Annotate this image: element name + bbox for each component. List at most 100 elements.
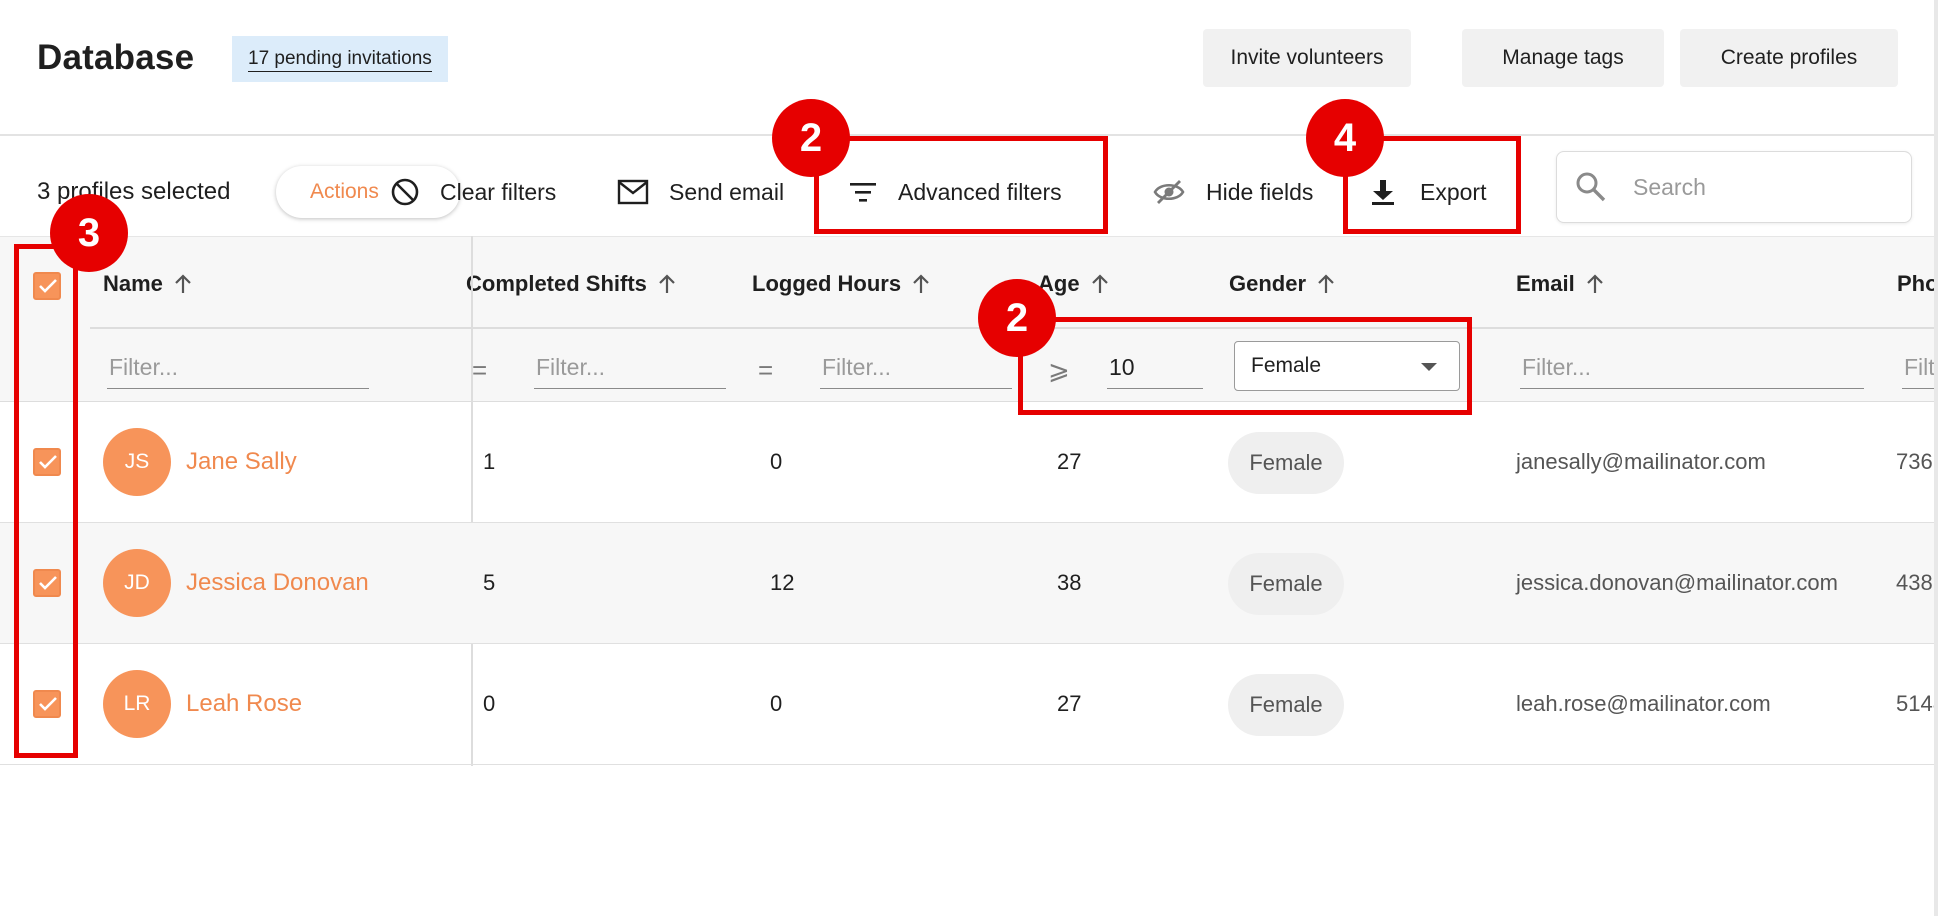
sort-arrow-up-icon[interactable] [173,273,193,295]
hours-filter-input[interactable] [820,347,1012,387]
advanced-filters-button[interactable]: Advanced filters [848,166,1062,218]
name-filter-input[interactable] [107,347,369,387]
column-header-completed-shifts[interactable]: Completed Shifts [466,271,677,297]
avatar: JD [103,549,171,617]
clear-filters-label: Clear filters [440,178,557,205]
table-header: Name Completed Shifts Logged Hours Age G… [0,236,1938,402]
check-icon [39,576,57,590]
column-header-label: Email [1516,271,1575,296]
sort-arrow-up-icon[interactable] [1316,273,1336,295]
shifts-filter[interactable] [534,347,726,389]
column-header-label: Logged Hours [752,271,902,296]
column-header-name[interactable]: Name [103,271,193,297]
export-button[interactable]: Export [1370,166,1486,218]
annotation-badge: 2 [978,279,1056,357]
column-header-logged-hours[interactable]: Logged Hours [752,271,931,297]
avatar: LR [103,670,171,738]
column-header-age[interactable]: Age [1038,271,1110,297]
hide-fields-button[interactable]: Hide fields [1152,166,1313,218]
actions-label: Actions [310,180,379,203]
age-cell: 27 [1057,691,1082,716]
age-cell: 38 [1057,570,1082,595]
send-email-button[interactable]: Send email [617,166,784,218]
select-all-checkbox[interactable] [33,272,61,300]
hours-operator[interactable]: = [758,355,773,386]
row-checkbox[interactable] [33,690,61,718]
age-filter[interactable] [1107,347,1203,389]
row-checkbox[interactable] [33,569,61,597]
phone-filter[interactable] [1902,347,1938,389]
check-icon [39,279,57,293]
row-checkbox[interactable] [33,448,61,476]
check-icon [39,455,57,469]
hours-filter[interactable] [820,347,1012,389]
filter-list-icon [850,183,876,202]
completed-shifts-cell: 1 [483,449,496,474]
logged-hours-cell: 0 [770,691,783,716]
email-filter[interactable] [1520,347,1864,389]
invite-volunteers-button[interactable]: Invite volunteers [1203,29,1411,87]
annotation-badge: 4 [1306,99,1384,177]
gender-chip: Female [1228,432,1344,494]
column-header-label: Name [103,271,163,296]
column-header-phone[interactable]: Phone [1897,271,1938,297]
phone-cell: 5148 [1896,691,1938,716]
search-field[interactable] [1556,151,1912,223]
name-filter[interactable] [107,347,369,389]
phone-cell: 438 [1896,570,1933,595]
annotation-badge: 3 [50,194,128,272]
sort-arrow-up-icon[interactable] [1090,273,1110,295]
column-header-email[interactable]: Email [1516,271,1605,297]
sort-arrow-up-icon[interactable] [911,273,931,295]
column-header-label: Completed Shifts [466,271,647,296]
email-cell: janesally@mailinator.com [1516,449,1766,474]
gender-filter-value: Female [1251,354,1322,377]
phone-cell: 736 [1896,449,1933,474]
window-edge [1934,0,1938,916]
table-row[interactable]: JS Jane Sally 1 0 27 Female janesally@ma… [0,402,1938,523]
dropdown-caret-icon [1421,363,1437,371]
page-header: Database 17 pending invitations Invite v… [0,0,1938,136]
age-filter-input[interactable] [1107,347,1203,387]
column-header-label: Gender [1229,271,1307,296]
search-input[interactable] [1633,170,1893,204]
download-icon [1372,180,1394,205]
pending-invitations-label: 17 pending invitations [248,47,432,72]
database-page: Database 17 pending invitations Invite v… [0,0,1938,916]
age-operator[interactable]: ⩾ [1048,355,1070,386]
table-row[interactable]: JD Jessica Donovan 5 12 38 Female jessic… [0,523,1938,644]
profile-name-link[interactable]: Leah Rose [186,690,302,718]
shifts-operator[interactable]: = [472,355,487,386]
email-cell: leah.rose@mailinator.com [1516,691,1771,716]
search-icon [1576,172,1606,202]
column-header-label: Phone [1897,271,1938,296]
clear-filters-button[interactable]: Clear filters [390,166,556,218]
eye-off-icon [1153,180,1185,204]
clear-filter-icon [391,178,419,206]
sort-arrow-up-icon[interactable] [1585,273,1605,295]
phone-filter-input[interactable] [1902,347,1938,387]
table-row[interactable]: LR Leah Rose 0 0 27 Female leah.rose@mai… [0,644,1938,765]
column-header-gender[interactable]: Gender [1229,271,1336,297]
page-title: Database [37,38,195,77]
hide-fields-label: Hide fields [1206,178,1314,205]
manage-tags-button[interactable]: Manage tags [1462,29,1664,87]
profile-name-link[interactable]: Jessica Donovan [186,569,369,597]
gender-chip: Female [1228,674,1344,736]
completed-shifts-cell: 5 [483,570,496,595]
mail-icon [617,179,649,205]
pending-invitations-link[interactable]: 17 pending invitations [232,36,448,82]
email-filter-input[interactable] [1520,347,1864,387]
profile-name-link[interactable]: Jane Sally [186,448,297,476]
gender-filter-select[interactable]: Female [1234,341,1460,391]
create-profiles-button[interactable]: Create profiles [1680,29,1898,87]
logged-hours-cell: 0 [770,449,783,474]
sort-arrow-up-icon[interactable] [657,273,677,295]
annotation-badge: 2 [772,99,850,177]
completed-shifts-cell: 0 [483,691,496,716]
shifts-filter-input[interactable] [534,347,726,387]
gender-chip: Female [1228,553,1344,615]
age-cell: 27 [1057,449,1082,474]
table-toolbar: 3 profiles selected Actions Clear filter… [0,136,1938,236]
export-label: Export [1420,178,1487,205]
